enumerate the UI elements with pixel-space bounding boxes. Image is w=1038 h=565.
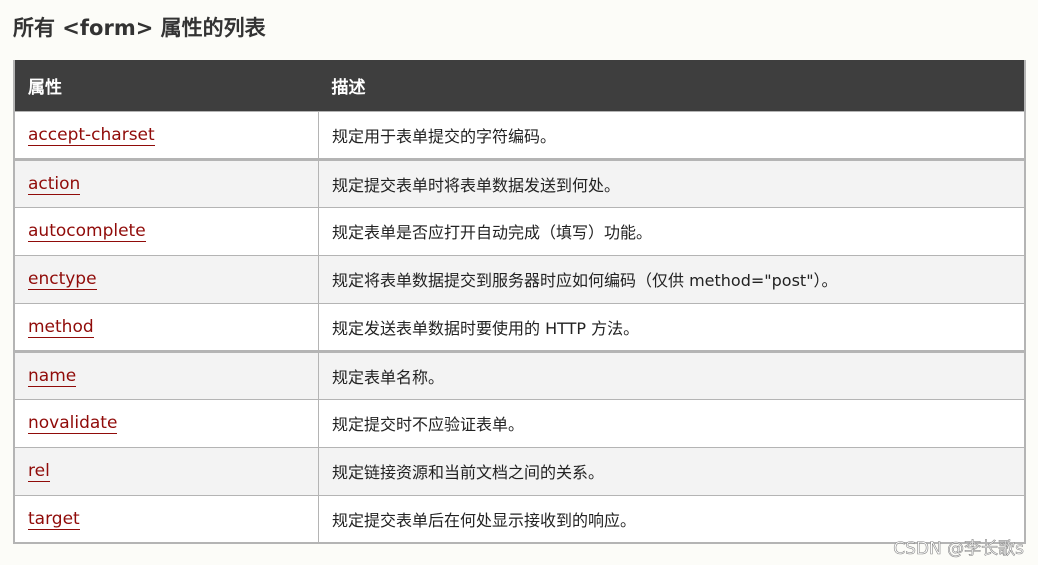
attribute-link-rel[interactable]: rel: [28, 461, 50, 482]
attribute-link-name[interactable]: name: [28, 365, 77, 387]
attribute-description: 规定链接资源和当前文档之间的关系。: [318, 446, 1025, 495]
attribute-link-target[interactable]: target: [28, 508, 80, 530]
table-row: name 规定表单名称。: [14, 349, 1025, 399]
table-row: method 规定发送表单数据时要使用的 HTTP 方法。: [14, 302, 1025, 351]
table-row: novalidate 规定提交时不应验证表单。: [14, 398, 1025, 447]
table-row: accept-charset 规定用于表单提交的字符编码。: [14, 110, 1025, 159]
attribute-description: 规定提交表单时将表单数据发送到何处。: [318, 157, 1025, 207]
attribute-link-accept-charset[interactable]: accept-charset: [28, 124, 155, 146]
attribute-link-method[interactable]: method: [28, 316, 94, 338]
form-attributes-table: 属性 描述 accept-charset 规定用于表单提交的字符编码。 acti…: [13, 60, 1026, 544]
page-title: 所有 <form> 属性的列表: [13, 16, 266, 40]
table-row: target 规定提交表单后在何处显示接收到的响应。: [14, 494, 1025, 543]
table-row: autocomplete 规定表单是否应打开自动完成（填写）功能。: [14, 206, 1025, 255]
column-header-attribute: 属性: [28, 77, 62, 98]
column-header-description: 描述: [331, 77, 366, 98]
attribute-description: 规定表单是否应打开自动完成（填写）功能。: [318, 206, 1025, 255]
attribute-description: 规定表单名称。: [318, 349, 1025, 399]
table-row: action 规定提交表单时将表单数据发送到何处。: [14, 157, 1025, 207]
attribute-description: 规定将表单数据提交到服务器时应如何编码（仅供 method="post"）。: [318, 254, 1025, 303]
attribute-description: 规定提交时不应验证表单。: [318, 398, 1025, 447]
attribute-link-enctype[interactable]: enctype: [28, 269, 97, 290]
attribute-description: 规定发送表单数据时要使用的 HTTP 方法。: [318, 302, 1025, 351]
watermark: CSDN @李长歌s: [893, 539, 1024, 560]
attribute-link-novalidate[interactable]: novalidate: [28, 413, 118, 434]
table-header-row: 属性 描述: [14, 60, 1025, 111]
attribute-link-autocomplete[interactable]: autocomplete: [28, 221, 146, 242]
table-row: enctype 规定将表单数据提交到服务器时应如何编码（仅供 method="p…: [14, 254, 1025, 303]
attribute-link-action[interactable]: action: [28, 173, 81, 195]
attribute-description: 规定用于表单提交的字符编码。: [318, 110, 1025, 159]
table-row: rel 规定链接资源和当前文档之间的关系。: [14, 446, 1025, 495]
